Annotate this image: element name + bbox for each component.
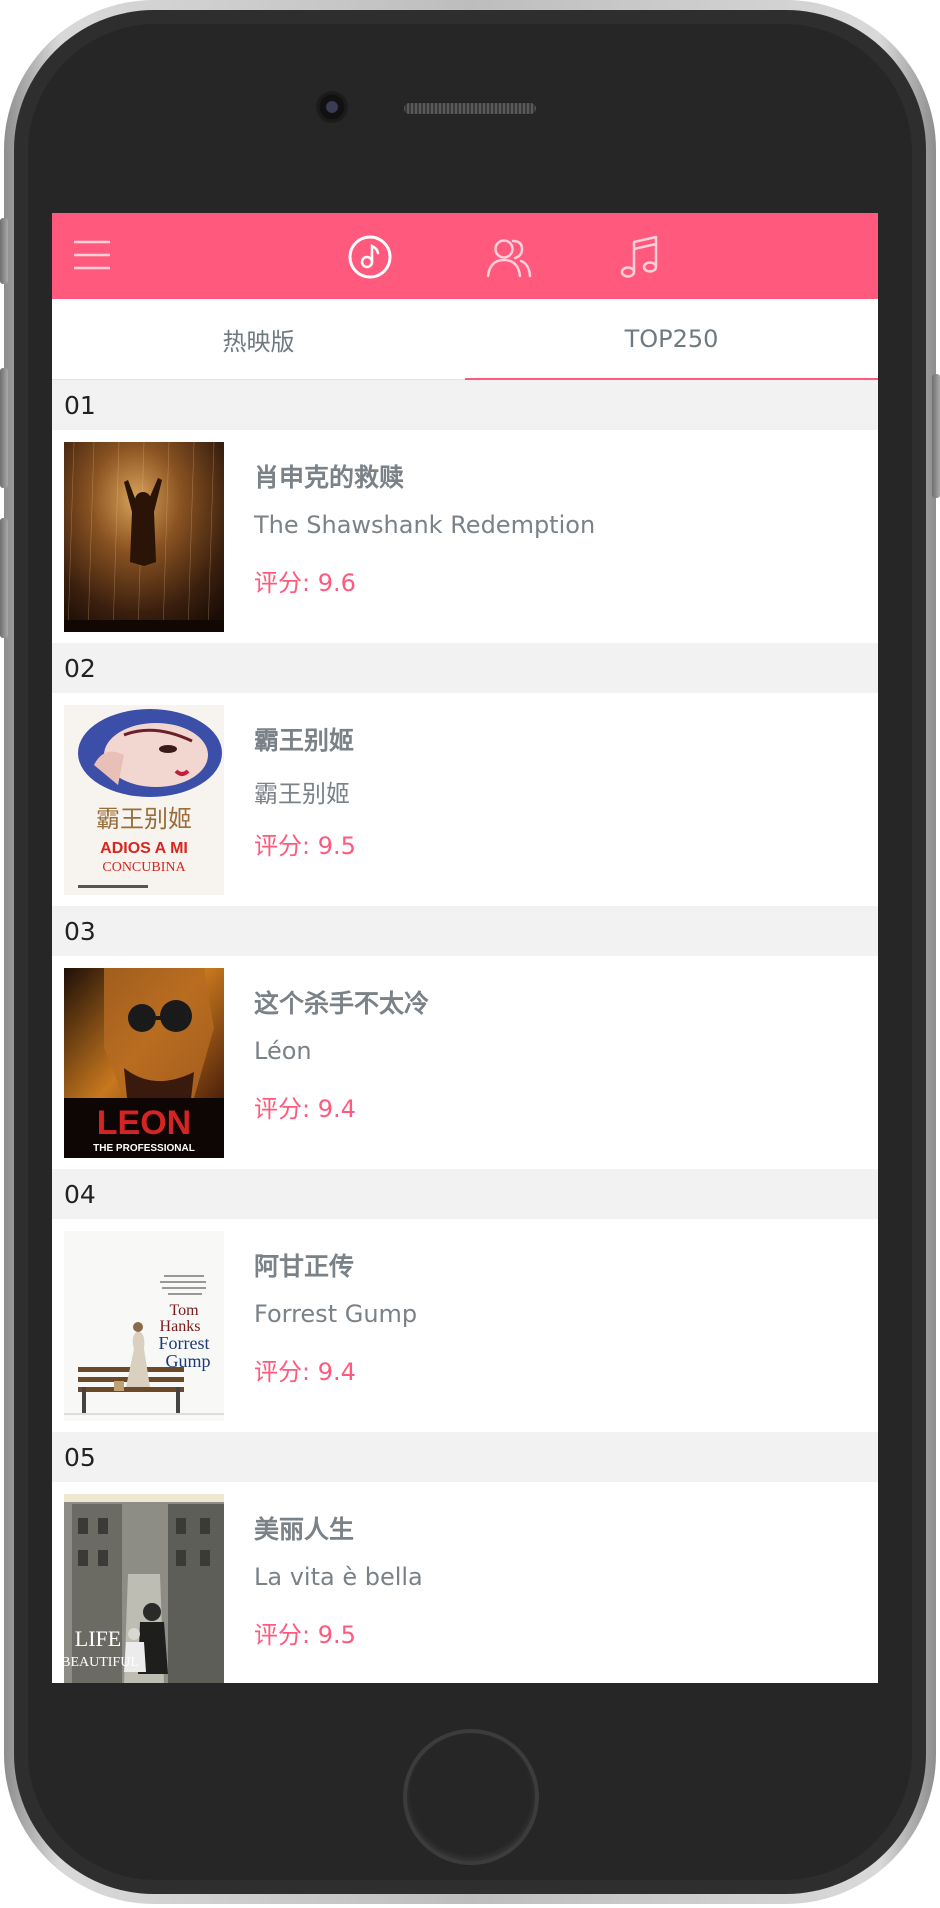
music-disc-icon[interactable] <box>347 234 393 280</box>
volume-up-button <box>0 368 8 488</box>
movie-original-title: Forrest Gump <box>254 1300 418 1328</box>
app-screen: 热映版 TOP250 01 肖申克的救赎 The Shawshank Redem… <box>52 213 878 1683</box>
rank-header: 05 <box>52 1432 878 1482</box>
movie-poster: LIFE BEAUTIFUL <box>64 1494 224 1683</box>
earpiece-speaker <box>403 102 537 115</box>
movie-title: 美丽人生 <box>254 1515 355 1544</box>
rank-number: 03 <box>64 916 96 946</box>
list-item[interactable]: LEON THE PROFESSIONAL 这个杀手不太冷 Léon 评分: 9… <box>52 956 878 1169</box>
movie-list: 01 肖申克的救赎 The Shawshank Redemption 评分: 9… <box>52 380 878 1683</box>
tab-bar: 热映版 TOP250 <box>52 299 878 382</box>
rank-number: 04 <box>64 1179 96 1209</box>
users-icon[interactable] <box>484 234 532 280</box>
tab-label: 热映版 <box>222 327 295 356</box>
movie-title: 阿甘正传 <box>254 1252 355 1281</box>
rank-number: 02 <box>64 653 96 683</box>
list-item[interactable]: 霸王别姬 ADIOS A MI CONCUBINA 霸王别姬 霸王别姬 评分: … <box>52 693 878 906</box>
movie-rating: 评分: 9.6 <box>254 569 356 597</box>
home-button[interactable] <box>403 1729 539 1865</box>
rank-header: 02 <box>52 643 878 693</box>
movie-original-title: The Shawshank Redemption <box>254 511 596 539</box>
list-item[interactable]: 肖申克的救赎 The Shawshank Redemption 评分: 9.6 <box>52 430 878 643</box>
music-note-icon[interactable] <box>617 234 663 280</box>
poster-line1: ADIOS A MI <box>100 840 188 857</box>
movie-rating: 评分: 9.5 <box>254 1621 356 1649</box>
front-camera <box>318 93 346 121</box>
poster-line2: BEAUTIFUL <box>64 1655 139 1670</box>
poster-line2: CONCUBINA <box>102 860 186 875</box>
movie-rating: 评分: 9.5 <box>254 832 356 860</box>
tab-top250[interactable]: TOP250 <box>465 299 878 382</box>
poster-line2: THE PROFESSIONAL <box>93 1143 195 1154</box>
movie-original-title: Léon <box>254 1037 312 1065</box>
rank-header: 01 <box>52 380 878 430</box>
movie-poster: LEON THE PROFESSIONAL <box>64 968 224 1158</box>
poster-line1: LEON <box>97 1104 191 1142</box>
movie-rating: 评分: 9.4 <box>254 1095 356 1123</box>
poster-line1: LIFE <box>75 1626 121 1651</box>
movie-original-title: 霸王别姬 <box>254 780 350 808</box>
movie-title: 霸王别姬 <box>254 726 355 755</box>
movie-title: 肖申克的救赎 <box>254 463 405 492</box>
poster-title-cn: 霸王别姬 <box>96 805 192 833</box>
volume-down-button <box>0 518 8 638</box>
tab-now-showing[interactable]: 热映版 <box>52 299 465 379</box>
rank-number: 01 <box>64 390 96 420</box>
movie-original-title: La vita è bella <box>254 1563 423 1591</box>
list-item[interactable]: Tom Hanks Forrest Gump 阿甘正传 Forrest Gump <box>52 1219 878 1432</box>
tab-label: TOP250 <box>624 325 719 353</box>
app-header <box>52 213 878 299</box>
list-item[interactable]: LIFE BEAUTIFUL 美丽人生 La vita è bella 评分: … <box>52 1482 878 1683</box>
movie-title: 这个杀手不太冷 <box>254 989 430 1018</box>
movie-poster <box>64 442 224 632</box>
poster-line3: Forrest <box>159 1333 210 1353</box>
poster-line1: Tom <box>169 1302 199 1319</box>
rank-number: 05 <box>64 1442 96 1472</box>
rank-header: 04 <box>52 1169 878 1219</box>
movie-rating: 评分: 9.4 <box>254 1358 356 1386</box>
mute-switch <box>0 218 8 284</box>
power-button <box>932 374 940 498</box>
movie-poster: 霸王别姬 ADIOS A MI CONCUBINA <box>64 705 224 895</box>
movie-poster: Tom Hanks Forrest Gump <box>64 1231 224 1421</box>
menu-icon[interactable] <box>72 238 112 272</box>
rank-header: 03 <box>52 906 878 956</box>
